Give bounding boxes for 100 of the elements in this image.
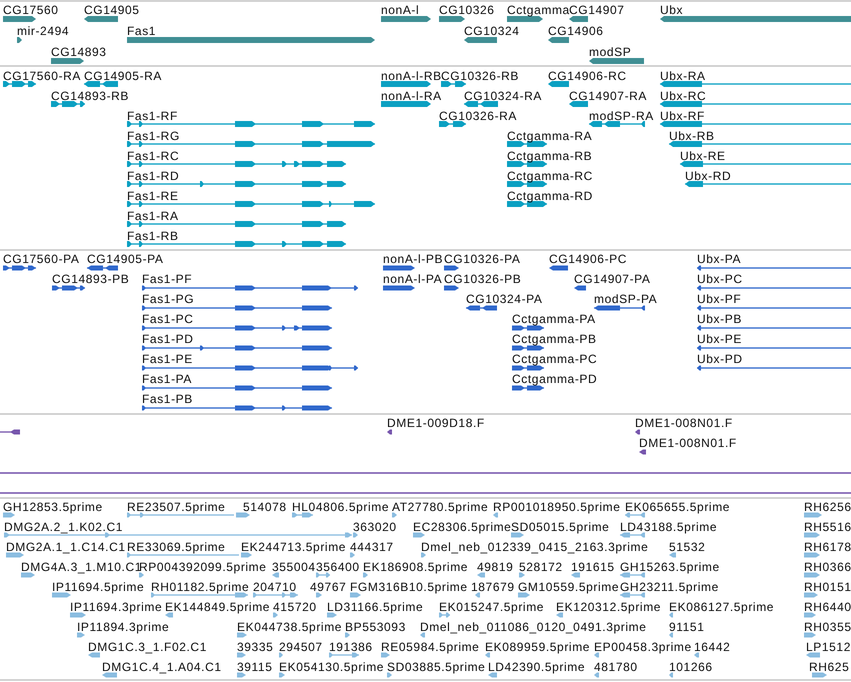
transcript-glyph[interactable]	[589, 121, 645, 127]
est-glyph[interactable]	[77, 632, 85, 638]
est-glyph[interactable]	[804, 572, 820, 578]
protein-glyph[interactable]	[142, 306, 332, 310]
gene-glyph[interactable]	[507, 16, 543, 22]
est-glyph[interactable]	[316, 572, 330, 578]
est-glyph[interactable]	[292, 512, 313, 518]
protein-glyph[interactable]	[512, 366, 544, 370]
est-glyph[interactable]	[669, 632, 673, 638]
clone-end-glyph[interactable]	[387, 430, 392, 434]
est-glyph[interactable]	[21, 572, 35, 578]
protein-glyph[interactable]	[444, 266, 459, 270]
protein-glyph[interactable]	[142, 326, 332, 330]
protein-glyph[interactable]	[697, 266, 851, 270]
clone-end-glyph[interactable]	[639, 450, 646, 454]
protein-glyph[interactable]	[383, 286, 415, 290]
est-glyph[interactable]	[139, 572, 144, 578]
protein-glyph[interactable]	[512, 326, 544, 330]
transcript-glyph[interactable]	[127, 161, 346, 167]
est-glyph[interactable]	[694, 652, 699, 658]
est-glyph[interactable]	[477, 572, 485, 578]
est-glyph[interactable]	[594, 652, 599, 658]
est-glyph[interactable]	[70, 612, 86, 618]
est-glyph[interactable]	[625, 512, 645, 518]
est-glyph[interactable]	[279, 652, 283, 658]
est-glyph[interactable]	[439, 612, 450, 618]
est-glyph[interactable]	[669, 552, 676, 558]
est-glyph[interactable]	[253, 592, 298, 598]
est-glyph[interactable]	[363, 572, 368, 578]
est-glyph[interactable]	[316, 592, 322, 598]
est-glyph[interactable]	[381, 652, 390, 658]
gene-glyph[interactable]	[381, 16, 431, 22]
transcript-glyph[interactable]	[680, 161, 851, 167]
gene-glyph[interactable]	[51, 58, 84, 64]
gene-glyph[interactable]	[464, 37, 497, 43]
est-glyph[interactable]	[350, 592, 361, 598]
est-glyph[interactable]	[804, 632, 816, 638]
est-glyph[interactable]	[237, 652, 246, 658]
protein-glyph[interactable]	[697, 286, 851, 290]
protein-glyph[interactable]	[574, 286, 586, 290]
protein-glyph[interactable]	[444, 286, 459, 290]
est-glyph[interactable]	[52, 592, 71, 598]
gene-glyph[interactable]	[84, 16, 118, 22]
gene-glyph[interactable]	[17, 37, 22, 43]
est-glyph[interactable]	[165, 612, 173, 618]
est-glyph[interactable]	[413, 532, 425, 538]
est-glyph[interactable]	[669, 612, 673, 618]
transcript-glyph[interactable]	[84, 81, 118, 87]
est-glyph[interactable]	[272, 572, 279, 578]
protein-glyph[interactable]	[142, 406, 332, 410]
est-glyph[interactable]	[804, 532, 820, 538]
protein-glyph[interactable]	[697, 306, 851, 310]
protein-glyph[interactable]	[142, 286, 358, 290]
est-glyph[interactable]	[237, 672, 246, 678]
transcript-glyph[interactable]	[51, 101, 85, 107]
est-glyph[interactable]	[806, 652, 820, 658]
transcript-glyph[interactable]	[381, 81, 431, 87]
protein-glyph[interactable]	[512, 386, 544, 390]
transcript-glyph[interactable]	[507, 141, 547, 147]
est-glyph[interactable]	[620, 572, 645, 578]
clone-end-glyph[interactable]	[635, 430, 640, 434]
protein-glyph[interactable]	[697, 326, 851, 330]
est-glyph[interactable]	[327, 612, 337, 618]
est-glyph[interactable]	[3, 512, 15, 518]
transcript-glyph[interactable]	[660, 81, 851, 87]
transcript-glyph[interactable]	[548, 81, 569, 87]
est-glyph[interactable]	[127, 512, 234, 518]
est-glyph[interactable]	[804, 592, 818, 598]
est-glyph[interactable]	[804, 512, 822, 518]
est-glyph[interactable]	[511, 532, 524, 538]
transcript-glyph[interactable]	[127, 141, 375, 147]
est-glyph[interactable]	[4, 532, 352, 538]
est-glyph[interactable]	[392, 512, 397, 518]
protein-glyph[interactable]	[383, 266, 415, 270]
gene-glyph[interactable]	[569, 16, 588, 22]
est-glyph[interactable]	[804, 552, 820, 558]
est-glyph[interactable]	[88, 652, 100, 658]
est-glyph[interactable]	[353, 532, 358, 538]
transcript-glyph[interactable]	[464, 101, 498, 107]
gene-glyph[interactable]	[3, 16, 36, 22]
est-glyph[interactable]	[350, 552, 355, 558]
est-glyph[interactable]	[236, 512, 250, 518]
gene-glyph[interactable]	[548, 37, 569, 43]
transcript-glyph[interactable]	[507, 181, 547, 187]
est-glyph[interactable]	[485, 652, 490, 658]
est-glyph[interactable]	[241, 552, 252, 558]
est-glyph[interactable]	[127, 552, 239, 558]
est-glyph[interactable]	[519, 572, 525, 578]
transcript-glyph[interactable]	[669, 141, 851, 147]
est-glyph[interactable]	[620, 592, 645, 598]
est-glyph[interactable]	[812, 672, 827, 678]
clone-end-glyph[interactable]	[0, 430, 20, 434]
transcript-glyph[interactable]	[127, 201, 375, 207]
est-glyph[interactable]	[518, 592, 530, 598]
est-glyph[interactable]	[329, 652, 359, 658]
transcript-glyph[interactable]	[127, 241, 346, 247]
transcript-glyph[interactable]	[127, 221, 346, 227]
transcript-glyph[interactable]	[569, 101, 588, 107]
protein-glyph[interactable]	[466, 306, 497, 310]
est-glyph[interactable]	[475, 592, 480, 598]
